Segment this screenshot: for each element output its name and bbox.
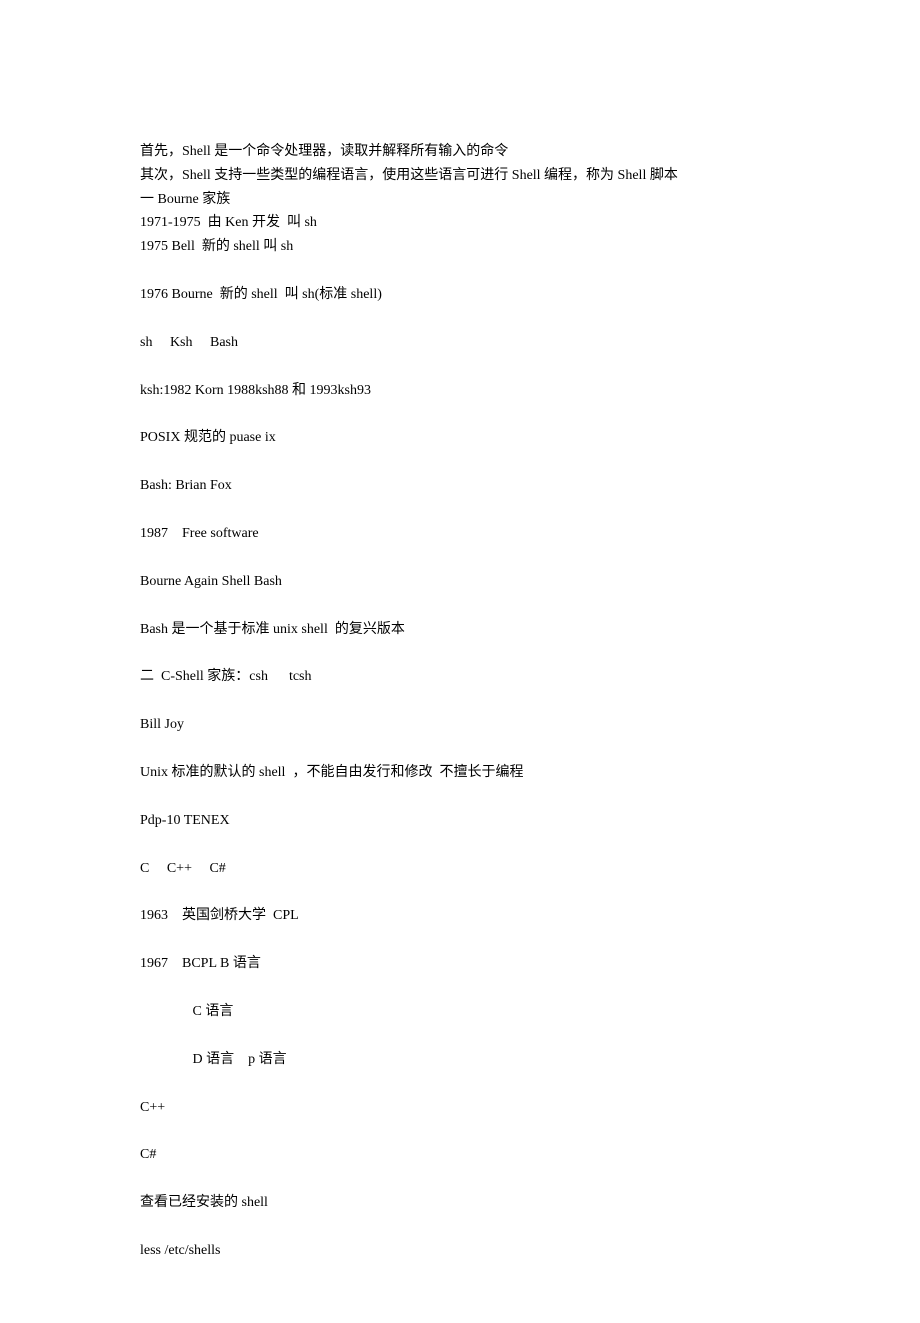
text-line: Bourne Again Shell Bash (140, 570, 790, 594)
blank-line (140, 259, 790, 283)
blank-line (140, 976, 790, 1000)
text-line: 1971-1975 由 Ken 开发 叫 sh (140, 211, 790, 235)
text-line: D 语言 p 语言 (140, 1048, 790, 1072)
blank-line (140, 594, 790, 618)
text-line: sh Ksh Bash (140, 331, 790, 355)
text-line: Pdp-10 TENEX (140, 809, 790, 833)
text-line: C 语言 (140, 1000, 790, 1024)
text-line: Bash 是一个基于标准 unix shell 的复兴版本 (140, 618, 790, 642)
text-line: C C++ C# (140, 857, 790, 881)
blank-line (140, 355, 790, 379)
text-line: 1963 英国剑桥大学 CPL (140, 904, 790, 928)
blank-line (140, 689, 790, 713)
text-line: 查看已经安装的 shell (140, 1191, 790, 1215)
blank-line (140, 307, 790, 331)
text-line: C++ (140, 1096, 790, 1120)
blank-line (140, 641, 790, 665)
blank-line (140, 1215, 790, 1239)
text-line: 首先，Shell 是一个命令处理器，读取并解释所有输入的命令 (140, 140, 790, 164)
blank-line (140, 833, 790, 857)
text-line: 1967 BCPL B 语言 (140, 952, 790, 976)
text-line: C# (140, 1143, 790, 1167)
blank-line (140, 1072, 790, 1096)
text-line: ksh:1982 Korn 1988ksh88 和 1993ksh93 (140, 379, 790, 403)
blank-line (140, 928, 790, 952)
text-line: 其次，Shell 支持一些类型的编程语言，使用这些语言可进行 Shell 编程，… (140, 164, 790, 188)
blank-line (140, 1167, 790, 1191)
document-page: 首先，Shell 是一个命令处理器，读取并解释所有输入的命令 其次，Shell … (0, 0, 920, 1323)
text-line: 1976 Bourne 新的 shell 叫 sh(标准 shell) (140, 283, 790, 307)
text-line: Unix 标准的默认的 shell ，不能自由发行和修改 不擅长于编程 (140, 761, 790, 785)
text-line: 1975 Bell 新的 shell 叫 sh (140, 235, 790, 259)
blank-line (140, 785, 790, 809)
text-line: Bill Joy (140, 713, 790, 737)
blank-line (140, 402, 790, 426)
text-line: 一 Bourne 家族 (140, 188, 790, 212)
text-line: POSIX 规范的 puase ix (140, 426, 790, 450)
blank-line (140, 450, 790, 474)
blank-line (140, 880, 790, 904)
text-line: less /etc/shells (140, 1239, 790, 1263)
blank-line (140, 1119, 790, 1143)
blank-line (140, 546, 790, 570)
text-line: Bash: Brian Fox (140, 474, 790, 498)
blank-line (140, 498, 790, 522)
blank-line (140, 1024, 790, 1048)
text-line: 二 C-Shell 家族：csh tcsh (140, 665, 790, 689)
blank-line (140, 737, 790, 761)
text-line: 1987 Free software (140, 522, 790, 546)
